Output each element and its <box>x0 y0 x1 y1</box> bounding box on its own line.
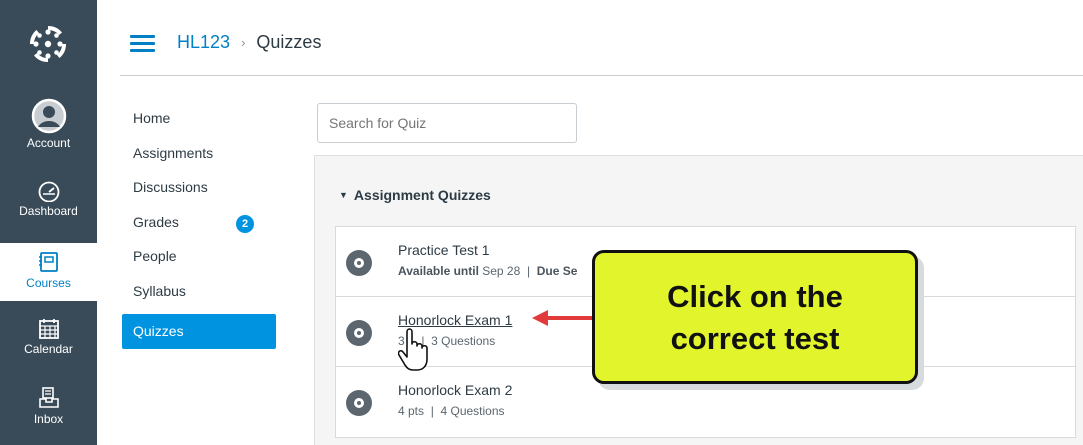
course-nav-grades-label: Grades <box>133 213 179 230</box>
assignment-quizzes-toggle[interactable]: ▼ Assignment Quizzes <box>339 187 491 203</box>
page-header: HL123 › Quizzes <box>120 0 1083 76</box>
meta-separator: | <box>526 264 531 278</box>
global-nav-courses-label: Courses <box>26 276 71 290</box>
breadcrumb-course-link[interactable]: HL123 <box>177 32 230 52</box>
quiz-meta: Available until Sep 28 | Due Se <box>398 264 577 278</box>
breadcrumb: HL123 › Quizzes <box>177 32 321 53</box>
global-nav-dashboard[interactable]: Dashboard <box>0 180 97 218</box>
search-quiz-input[interactable] <box>317 103 577 143</box>
course-nav-people[interactable]: People <box>122 244 276 279</box>
available-date: Sep 28 <box>482 264 521 278</box>
global-nav-courses[interactable]: Courses <box>0 243 97 301</box>
global-nav-calendar-label: Calendar <box>24 342 73 356</box>
quiz-questions: 4 Questions <box>440 404 505 418</box>
global-nav-calendar[interactable]: Calendar <box>0 318 97 356</box>
quiz-title-link[interactable]: Practice Test 1 <box>398 242 490 258</box>
quiz-icon <box>346 320 372 346</box>
quiz-icon <box>346 250 372 276</box>
caret-down-icon: ▼ <box>339 190 348 200</box>
breadcrumb-separator-icon: › <box>241 35 246 50</box>
global-nav-inbox[interactable]: Inbox <box>0 386 97 426</box>
callout-line-1: Click on the <box>667 279 843 314</box>
global-nav-inbox-label: Inbox <box>33 412 64 426</box>
account-icon <box>31 98 66 134</box>
red-arrow-icon <box>532 310 594 326</box>
course-nav-quizzes[interactable]: Quizzes <box>122 313 276 349</box>
available-label: Available until <box>398 264 479 278</box>
instruction-callout: Click on the correct test <box>592 250 918 384</box>
assignment-quizzes-title: Assignment Quizzes <box>353 187 491 203</box>
quiz-meta: 4 pts | 4 Questions <box>398 404 505 418</box>
course-nav-assignments[interactable]: Assignments <box>122 141 276 176</box>
course-nav-discussions[interactable]: Discussions <box>122 175 276 210</box>
due-label: Due Se <box>536 264 578 278</box>
grades-count-badge: 2 <box>236 214 254 233</box>
global-nav-dashboard-label: Dashboard <box>19 204 78 218</box>
calendar-icon <box>38 319 59 339</box>
course-nav-syllabus[interactable]: Syllabus <box>122 279 276 314</box>
quiz-title-link[interactable]: Honorlock Exam 2 <box>398 382 512 398</box>
breadcrumb-current-page: Quizzes <box>256 32 322 52</box>
courses-icon <box>38 252 58 272</box>
meta-separator: | <box>430 404 434 418</box>
quiz-icon <box>346 390 372 416</box>
course-nav-grades[interactable]: Grades 2 <box>122 210 276 245</box>
quiz-title-link[interactable]: Honorlock Exam 1 <box>398 312 512 328</box>
global-nav: Account Dashboard Courses Calendar Inbox <box>0 0 97 445</box>
course-nav: Home Assignments Discussions Grades 2 Pe… <box>122 106 276 349</box>
canvas-logo-icon[interactable] <box>0 0 97 84</box>
hamburger-menu-icon[interactable] <box>130 35 155 52</box>
quiz-questions: 3 Questions <box>431 334 496 348</box>
global-nav-account[interactable]: Account <box>0 98 97 150</box>
callout-line-2: correct test <box>670 321 840 356</box>
inbox-icon <box>38 387 59 408</box>
course-nav-home[interactable]: Home <box>122 106 276 141</box>
global-nav-account-label: Account <box>26 136 71 150</box>
quiz-points: 4 pts <box>398 404 425 418</box>
pointer-hand-icon <box>398 328 428 371</box>
dashboard-icon <box>38 181 59 202</box>
